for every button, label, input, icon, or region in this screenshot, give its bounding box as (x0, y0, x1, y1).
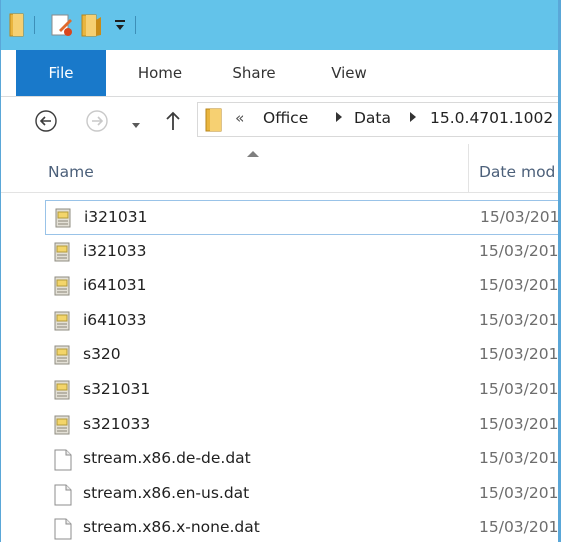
file-date: 15/03/201 (479, 414, 559, 433)
separator (34, 16, 35, 34)
file-name: stream.x86.x-none.dat (83, 518, 260, 537)
settings-file-icon (54, 345, 70, 369)
file-name: i321031 (84, 208, 148, 226)
ribbon: File Home Share View (1, 50, 558, 97)
file-row[interactable]: stream.x86.en-us.dat 15/03/201 (45, 477, 559, 512)
file-date: 15/03/201 (479, 518, 559, 537)
tab-share[interactable]: Share (214, 50, 294, 96)
settings-file-icon (54, 311, 70, 335)
file-row[interactable]: i641033 15/03/201 (45, 304, 559, 339)
column-divider[interactable] (468, 144, 469, 192)
file-icon (54, 484, 72, 510)
address-bar[interactable]: « Office Data 15.0.4701.1002 (197, 102, 558, 137)
file-name: stream.x86.de-de.dat (83, 449, 251, 468)
file-row[interactable]: s320 15/03/201 (45, 338, 559, 373)
file-date: 15/03/201 (479, 380, 559, 398)
tab-view[interactable]: View (311, 50, 387, 96)
separator (135, 16, 136, 34)
file-name: stream.x86.en-us.dat (83, 483, 250, 502)
settings-file-icon (54, 242, 70, 266)
breadcrumb-data[interactable]: Data (354, 109, 391, 127)
file-row[interactable]: i641031 15/03/201 (45, 269, 559, 304)
file-date: 15/03/201 (479, 310, 559, 329)
tab-home[interactable]: Home (121, 50, 199, 96)
file-name: s321031 (83, 380, 151, 398)
file-name: i641031 (83, 276, 147, 295)
file-icon (54, 518, 72, 542)
file-date: 15/03/201 (479, 276, 559, 295)
file-date: 15/03/201 (479, 241, 559, 260)
recent-locations-icon[interactable] (130, 116, 142, 135)
file-date: 15/03/201 (479, 449, 559, 468)
settings-file-icon (54, 276, 70, 300)
file-row[interactable]: i321033 15/03/201 (45, 235, 559, 270)
column-header-row: Name Date mod (1, 144, 558, 193)
file-date: 15/03/201 (479, 345, 559, 364)
new-folder-icon[interactable] (81, 12, 103, 38)
file-date: 15/03/201 (480, 208, 560, 226)
file-name: i321033 (83, 241, 147, 260)
breadcrumb-version[interactable]: 15.0.4701.1002 (430, 109, 553, 127)
column-header-date[interactable]: Date mod (479, 163, 555, 181)
file-row[interactable]: s321033 15/03/201 (45, 408, 559, 443)
file-name: i641033 (83, 310, 147, 329)
up-arrow-icon[interactable] (163, 109, 183, 137)
explorer-window: File Home Share View « Office Data 15.0.… (0, 0, 561, 542)
file-row[interactable]: s321031 15/03/201 (45, 373, 559, 408)
sort-ascending-icon (247, 151, 259, 157)
properties-icon[interactable] (50, 12, 74, 38)
file-name: s321033 (83, 414, 151, 433)
breadcrumb-arrow-icon[interactable] (410, 112, 416, 122)
column-header-name[interactable]: Name (48, 163, 94, 181)
folder-icon[interactable] (9, 12, 25, 38)
file-row[interactable]: i321031 15/03/201 (45, 200, 560, 235)
file-row[interactable]: stream.x86.de-de.dat 15/03/201 (45, 442, 559, 477)
file-row[interactable]: stream.x86.x-none.dat 15/03/201 (45, 511, 559, 542)
file-icon (54, 449, 72, 475)
settings-file-icon (55, 208, 71, 232)
breadcrumb-arrow-icon[interactable] (336, 112, 342, 122)
settings-file-icon (54, 380, 70, 404)
folder-icon (204, 107, 224, 137)
address-row: « Office Data 15.0.4701.1002 (1, 97, 558, 144)
settings-file-icon (54, 415, 70, 439)
file-date: 15/03/201 (479, 483, 559, 502)
forward-button[interactable] (85, 109, 109, 137)
tab-file[interactable]: File (16, 50, 106, 96)
breadcrumb-office[interactable]: Office (263, 109, 308, 127)
customize-toolbar-icon[interactable] (113, 15, 127, 41)
file-name: s320 (83, 345, 121, 364)
title-bar (1, 0, 558, 50)
breadcrumb-overflow[interactable]: « (235, 109, 244, 127)
back-button[interactable] (34, 109, 58, 137)
